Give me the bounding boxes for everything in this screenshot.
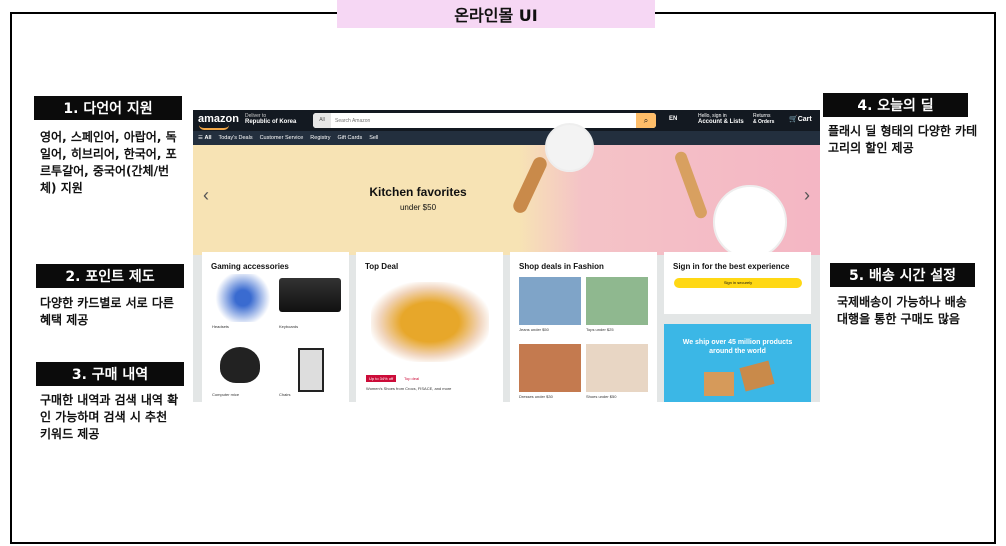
label-points: 2. 포인트 제도 (36, 264, 184, 288)
box-image-2 (739, 360, 775, 392)
spatula-image (673, 150, 709, 220)
hero-subtitle: under $50 (399, 203, 437, 212)
desc-history: 구매한 내역과 검색 내역 확인 가능하며 검색 시 추천 키워드 제공 (40, 393, 179, 441)
hero-title: Kitchen favorites (369, 185, 467, 199)
deliver-location: Republic of Korea (245, 119, 297, 125)
card-signin: Sign in for the best experience Sign in … (664, 252, 811, 402)
cart-icon: 🛒 (789, 116, 798, 123)
nav-sell[interactable]: Sell (369, 135, 378, 141)
deliver-to[interactable]: Deliver to Republic of Korea (245, 113, 296, 125)
nav-all[interactable]: ☰ All (198, 135, 212, 141)
account-label: Account & Lists (698, 119, 744, 125)
shoes-image[interactable] (586, 344, 648, 392)
caption-chairs: Chairs (279, 392, 291, 397)
headset-image[interactable] (212, 274, 274, 322)
nav-customer-service[interactable]: Customer Service (260, 135, 304, 141)
card-gaming[interactable]: Gaming accessories Headsets Keyboards Co… (202, 252, 349, 402)
desc-todays-deal: 플래시 딜 형태의 다양한 카테고리의 할인 제공 (828, 124, 978, 155)
nav-registry[interactable]: Registry (310, 135, 330, 141)
desc-delivery: 국제배송이 가능하나 배송 대행을 통한 구매도 많음 (837, 295, 967, 326)
nav-gift-cards[interactable]: Gift Cards (337, 135, 362, 141)
cart-button[interactable]: 🛒Cart (789, 115, 812, 123)
label-delivery: 5. 배송 시간 설정 (830, 263, 975, 287)
nav-todays-deals[interactable]: Today's Deals (219, 135, 253, 141)
box-image (704, 372, 734, 396)
caption-dresses: Dresses under $30 (519, 394, 553, 399)
cart-label: Cart (797, 116, 812, 123)
hero-next-icon[interactable]: › (804, 185, 810, 206)
chair-image[interactable] (298, 348, 324, 392)
amazon-logo[interactable]: amazon (198, 113, 239, 125)
label-todays-deal: 4. 오늘의 딜 (823, 93, 968, 117)
caption-shoes: Shoes under $50 (586, 394, 617, 399)
desc-points: 다양한 카드별로 서로 다른 혜택 제공 (40, 296, 174, 327)
desc-multilang: 영어, 스페인어, 아랍어, 독일어, 히브리어, 한국어, 포르투갈어, 중국… (40, 130, 177, 195)
caption-keyboards: Keyboards (279, 324, 299, 329)
returns-orders[interactable]: Returns & Orders (753, 113, 774, 125)
card-top-deal[interactable]: Top Deal Up to 34% off Top deal Women's … (356, 252, 503, 402)
hero-banner[interactable]: ‹ › Kitchen favorites under $50 (193, 123, 820, 259)
amazon-top-nav: amazon Deliver to Republic of Korea All … (193, 110, 820, 131)
orders-label: & Orders (753, 119, 775, 125)
search-icon: ⌕ (643, 115, 649, 125)
deal-label: Top deal (404, 376, 420, 381)
caption-tops: Tops under $25 (586, 327, 614, 332)
deal-description: Women's Shoes from Crocs, FISACE, and mo… (366, 386, 452, 391)
sandal-image[interactable] (371, 282, 489, 362)
language-selector[interactable]: EN (669, 116, 677, 122)
amazon-sub-nav: ☰ All Today's Deals Customer Service Reg… (193, 131, 820, 145)
hero-prev-icon[interactable]: ‹ (203, 185, 209, 206)
tops-image[interactable] (586, 277, 648, 325)
spoon-image (510, 154, 550, 216)
caption-headsets: Headsets (212, 324, 229, 329)
card-fashion-title: Shop deals in Fashion (519, 262, 604, 271)
shipping-banner[interactable]: We ship over 45 million products around … (664, 324, 811, 402)
deal-badge: Up to 34% off (366, 375, 397, 382)
bowl-image (545, 123, 594, 172)
shipping-text: We ship over 45 million products around … (682, 339, 793, 355)
card-fashion[interactable]: Shop deals in Fashion Jeans under $50 To… (510, 252, 657, 402)
label-history: 3. 구매 내역 (36, 362, 184, 386)
amazon-smile-icon (199, 125, 229, 130)
dresses-image[interactable] (519, 344, 581, 392)
signin-title: Sign in for the best experience (673, 262, 790, 271)
card-gaming-title: Gaming accessories (211, 262, 289, 271)
plate-image (713, 185, 787, 259)
mouse-image[interactable] (220, 347, 260, 383)
jeans-image[interactable] (519, 277, 581, 325)
search-category[interactable]: All (313, 113, 331, 128)
amazon-screenshot: amazon Deliver to Republic of Korea All … (193, 110, 820, 402)
caption-jeans: Jeans under $50 (519, 327, 549, 332)
keyboard-image[interactable] (279, 278, 341, 312)
search-bar: All ⌕ (313, 113, 656, 128)
card-deal-title: Top Deal (365, 262, 399, 271)
search-button[interactable]: ⌕ (636, 113, 656, 128)
label-multilang: 1. 다언어 지원 (34, 96, 182, 120)
signin-panel: Sign in for the best experience Sign in … (664, 252, 811, 314)
caption-mice: Computer mice (212, 392, 240, 397)
signin-button[interactable]: Sign in securely (674, 278, 802, 288)
page-title: 온라인몰 UI (337, 0, 655, 28)
account-menu[interactable]: Hello, sign in Account & Lists (698, 113, 744, 125)
